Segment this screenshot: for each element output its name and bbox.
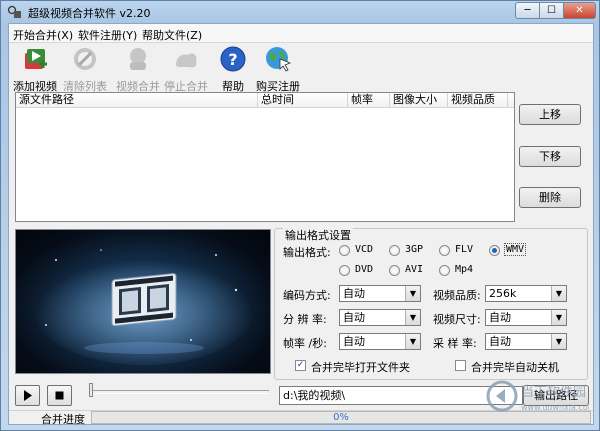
output-settings-group: 输出格式设置 输出格式: VCD 3GP FLV WMV DVD AVI Mp4… [274, 227, 588, 380]
radio-mp4[interactable] [439, 265, 450, 276]
chevron-down-icon: ▼ [551, 334, 566, 349]
window-title: 超级视频合并软件 v2.20 [28, 7, 151, 20]
file-list[interactable]: 源文件路径 总时间 帧率 图像大小 视频品质 [15, 92, 515, 222]
radio-avi[interactable] [389, 265, 400, 276]
radio-flv[interactable] [439, 245, 450, 256]
col-frame-rate[interactable]: 帧率 [348, 93, 390, 108]
output-settings-title: 输出格式设置 [283, 227, 353, 243]
radio-3gp-label: 3GP [405, 244, 424, 255]
buy-register-button[interactable]: 购买注册 [255, 45, 301, 94]
move-up-button[interactable]: 上移 [519, 104, 581, 125]
chevron-down-icon: ▼ [405, 310, 420, 325]
radio-avi-label: AVI [405, 264, 424, 275]
sample-rate-label: 采 样 率: [433, 337, 477, 350]
chevron-down-icon: ▼ [551, 286, 566, 301]
svg-text:当下软件园: 当下软件园 [521, 385, 586, 400]
play-button[interactable] [15, 385, 40, 406]
chevron-down-icon: ▼ [405, 286, 420, 301]
radio-dvd-label: DVD [355, 264, 374, 275]
watermark-logo: 当下软件园 www.downxia.com [486, 380, 589, 412]
menu-bar: 开始合并(X) 软件注册(Y) 帮助文件(Z) [9, 24, 593, 43]
maximize-button[interactable]: ☐ [539, 2, 564, 19]
toolbar: 添加视频 清除列表 视频合并 停止合并 ? 帮助 购买注册 [9, 43, 593, 94]
help-icon: ? [220, 46, 246, 72]
file-list-header: 源文件路径 总时间 帧率 图像大小 视频品质 [16, 93, 514, 108]
merge-video-icon [130, 48, 146, 70]
app-window: 超级视频合并软件 v2.20 ─ ☐ ✕ 开始合并(X) 软件注册(Y) 帮助文… [0, 0, 600, 431]
encoding-label: 编码方式: [283, 289, 331, 302]
radio-3gp[interactable] [389, 245, 400, 256]
add-video-button[interactable]: 添加视频 [11, 45, 59, 94]
radio-wmv[interactable] [489, 245, 500, 256]
stop-merge-icon [176, 53, 197, 68]
radio-wmv-label: WMV [504, 243, 527, 256]
minimize-button[interactable]: ─ [515, 2, 540, 19]
client-area: 开始合并(X) 软件注册(Y) 帮助文件(Z) 添加视频 清除列表 视频合并 停… [8, 23, 594, 426]
clear-list-button[interactable]: 清除列表 [61, 45, 109, 94]
clear-list-icon [74, 48, 96, 70]
radio-mp4-label: Mp4 [455, 264, 474, 275]
title-bar: 超级视频合并软件 v2.20 ─ ☐ ✕ [1, 1, 599, 23]
fps-label: 帧率 /秒: [283, 337, 327, 350]
svg-text:www.downxia.com: www.downxia.com [521, 403, 589, 412]
menu-start-merge[interactable]: 开始合并(X) [13, 27, 73, 43]
progress-label: 合并进度 [41, 413, 85, 426]
stop-icon [55, 391, 64, 400]
close-button[interactable]: ✕ [563, 2, 596, 19]
chevron-down-icon: ▼ [405, 334, 420, 349]
add-video-icon [25, 49, 47, 69]
play-icon [24, 390, 32, 401]
quality-select[interactable]: 256k ▼ [485, 285, 567, 302]
radio-flv-label: FLV [455, 244, 474, 255]
col-total-time[interactable]: 总时间 [258, 93, 348, 108]
progress-text: 0% [333, 412, 349, 423]
seek-slider-track[interactable] [89, 390, 269, 394]
open-folder-checkbox[interactable]: ✓ [295, 360, 306, 371]
size-label: 视频尺寸: [433, 313, 481, 326]
col-source-path[interactable]: 源文件路径 [16, 93, 258, 108]
menu-registration[interactable]: 软件注册(Y) [78, 27, 137, 43]
stop-merge-button[interactable]: 停止合并 [162, 45, 210, 94]
col-image-size[interactable]: 图像大小 [390, 93, 448, 108]
app-icon [7, 5, 21, 18]
radio-vcd-label: VCD [355, 244, 374, 255]
move-down-button[interactable]: 下移 [519, 146, 581, 167]
encoding-select[interactable]: 自动 ▼ [339, 285, 421, 302]
resolution-select[interactable]: 自动 ▼ [339, 309, 421, 326]
auto-shutdown-checkbox[interactable] [455, 360, 466, 371]
film-strip-icon [34, 249, 254, 365]
sample-rate-select[interactable]: 自动 ▼ [485, 333, 567, 350]
auto-shutdown-label: 合并完毕自动关机 [471, 361, 559, 374]
resolution-label: 分 辨 率: [283, 313, 327, 326]
video-preview [15, 229, 271, 374]
radio-dvd[interactable] [339, 265, 350, 276]
seek-slider-thumb[interactable] [89, 383, 93, 397]
output-format-label: 输出格式: [283, 246, 331, 259]
chevron-down-icon: ▼ [551, 310, 566, 325]
fps-select[interactable]: 自动 ▼ [339, 333, 421, 350]
svg-text:?: ? [228, 50, 237, 69]
help-button[interactable]: ? 帮助 [217, 45, 249, 94]
col-video-quality[interactable]: 视频品质 [448, 93, 508, 108]
menu-help-file[interactable]: 帮助文件(Z) [142, 27, 202, 43]
radio-vcd[interactable] [339, 245, 350, 256]
open-folder-label: 合并完毕打开文件夹 [311, 361, 410, 374]
size-select[interactable]: 自动 ▼ [485, 309, 567, 326]
delete-button[interactable]: 删除 [519, 187, 581, 208]
merge-video-button[interactable]: 视频合并 [114, 45, 162, 94]
register-icon [266, 47, 292, 72]
stop-button[interactable] [47, 385, 72, 406]
quality-label: 视频品质: [433, 289, 481, 302]
